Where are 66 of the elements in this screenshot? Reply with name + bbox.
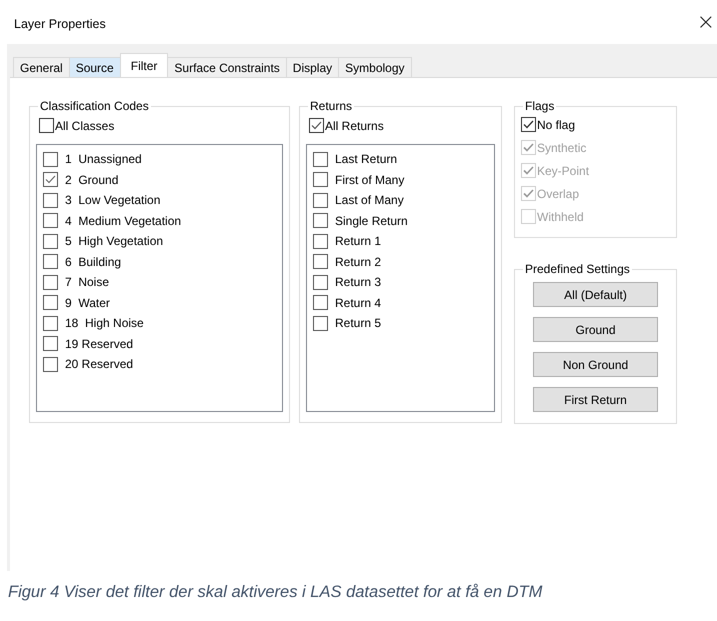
checkbox[interactable] [43, 254, 58, 270]
checkbox-label: Return 5 [335, 316, 382, 330]
group-title: Returns [309, 99, 354, 113]
checkbox-label: All Classes [55, 118, 114, 132]
checkbox-label: 20 Reserved [65, 357, 134, 372]
checkbox[interactable] [43, 356, 58, 372]
checkbox-label: 1 Unassigned [65, 152, 142, 166]
checkbox-label: No flag [537, 118, 576, 132]
group-title: Flags [524, 99, 556, 113]
checkbox[interactable] [43, 152, 58, 167]
close-button[interactable]: × [696, 12, 717, 34]
checkbox[interactable] [43, 274, 58, 290]
checkbox[interactable] [43, 172, 58, 188]
checkbox[interactable] [521, 117, 536, 132]
checkbox[interactable] [313, 213, 328, 228]
checkbox-label: 4 Medium Vegetation [65, 214, 182, 228]
checkbox[interactable] [313, 192, 328, 208]
checkbox[interactable] [313, 316, 328, 331]
figure-caption: Figur 4 Viser det filter der skal aktiveres i LAS datasettet for at få en DTM [8, 583, 544, 602]
checkbox-label: 6 Building [65, 254, 122, 269]
checkbox-label: Key-Point [537, 164, 590, 178]
checkbox[interactable] [43, 316, 58, 331]
checkbox-label: Single Return [335, 214, 408, 228]
checkbox[interactable] [313, 295, 328, 310]
checkbox[interactable] [39, 118, 54, 133]
tab[interactable]: Filter [120, 53, 168, 77]
checkbox-label: Withheld [537, 210, 584, 224]
checkbox-label: 3 Low Vegetation [65, 193, 160, 208]
checkbox[interactable] [309, 118, 324, 133]
preset-button[interactable]: First Return [533, 387, 658, 412]
checkbox[interactable] [313, 274, 328, 290]
checkbox-label: Synthetic [537, 140, 586, 154]
window-title: Layer Properties [14, 17, 106, 31]
checkbox-label: 9 Water [65, 296, 110, 310]
preset-button[interactable]: All (Default) [533, 282, 658, 307]
checkbox-label: 2 Ground [65, 172, 118, 187]
tab[interactable]: General [13, 57, 70, 77]
checkbox-label: Return 1 [335, 234, 382, 248]
checkbox[interactable] [43, 213, 58, 228]
checkbox-label: Overlap [537, 186, 580, 200]
checkbox[interactable] [313, 172, 328, 188]
tab[interactable]: Display [286, 57, 340, 77]
checkbox-label: 5 High Vegetation [65, 234, 164, 248]
checkbox-label: 19 Reserved [65, 336, 134, 351]
checkbox[interactable] [43, 295, 58, 310]
checkbox-label: All Returns [325, 118, 384, 132]
tab[interactable]: Symbology [338, 57, 412, 77]
checkbox-label: Return 4 [335, 296, 382, 310]
checkbox-label: 7 Noise [65, 275, 110, 290]
checkbox-label: Return 3 [335, 275, 382, 290]
checkbox-label: 18 High Noise [65, 316, 144, 330]
checkbox[interactable] [313, 254, 328, 270]
preset-button[interactable]: Non Ground [533, 352, 658, 377]
group-title: Predefined Settings [524, 262, 631, 276]
checkbox-label: Last of Many [335, 193, 404, 208]
group-title: Classification Codes [39, 99, 150, 113]
checkbox[interactable] [313, 234, 328, 249]
checkbox[interactable] [43, 234, 58, 249]
checkbox-label: Last Return [335, 152, 398, 166]
checkbox[interactable] [313, 152, 328, 167]
tab[interactable]: Source [68, 57, 121, 77]
checkbox[interactable] [43, 192, 58, 208]
preset-button[interactable]: Ground [533, 317, 658, 342]
checkbox-label: First of Many [335, 172, 404, 187]
checkbox[interactable] [43, 336, 58, 352]
checkbox-label: Return 2 [335, 254, 382, 269]
